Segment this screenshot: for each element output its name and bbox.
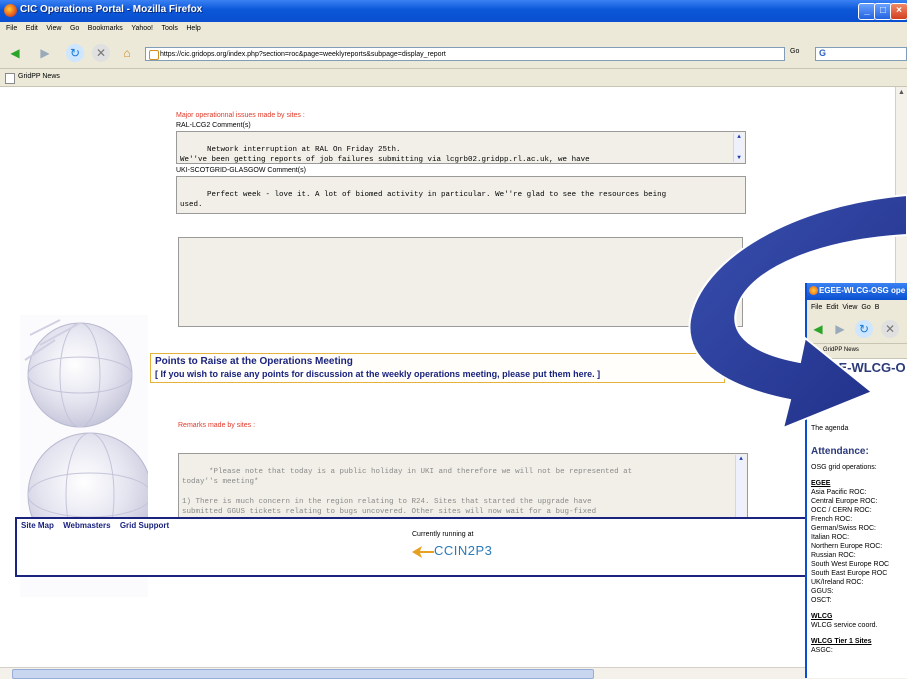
window-title: CIC Operations Portal - Mozilla Firefox [20,4,203,15]
menu-yahoo[interactable]: Yahoo! [131,25,153,32]
forward-icon[interactable]: ▶ [831,320,849,338]
site1-label: RAL-LCG2 Comment(s) [176,122,251,129]
roc-line: South East Europe ROC [811,570,888,577]
second-window-bookmarks: GridPP News [807,343,907,359]
navigation-toolbar: ◀ ▶ ↻ ✕ ⌂ https://cic.gridops.org/index.… [0,38,907,69]
site2-comment: Perfect week - love it. A lot of biomed … [180,191,667,209]
ccin2p3-wing-icon [412,545,434,558]
wlcg-coord-line: WLCG service coord. [811,622,878,629]
menu-bookmarks[interactable]: Bookmarks [88,25,123,32]
osg-line: OSG grid operations: [811,464,877,471]
footer: Site Map Webmasters Grid Support Current… [15,517,895,577]
site2-label: UKI-SCOTGRID-GLASGOW Comment(s) [176,167,306,174]
title-bar: CIC Operations Portal - Mozilla Firefox … [0,0,907,22]
scroll-up-icon[interactable]: ▲ [737,455,745,463]
menu-edit[interactable]: Edit [826,304,838,311]
ccin2p3-logo-text: CCIN2P3 [434,543,493,558]
menu-tools[interactable]: Tools [162,25,178,32]
close-button[interactable]: × [890,3,907,20]
scroll-up-icon[interactable]: ▲ [735,133,743,141]
roc-line: German/Swiss ROC: [811,525,876,532]
firefox-logo-icon [4,4,17,17]
tier1-heading: WLCG Tier 1 Sites [811,638,872,645]
bookmark-gridpp-news[interactable]: GridPP News [823,347,859,353]
back-icon[interactable]: ◀ [809,320,827,338]
roc-line: OSCT: [811,597,832,604]
major-issues-label: Major operationnal issues made by sites … [176,112,305,119]
empty-comment-box[interactable] [178,237,743,327]
roc-line: UK/Ireland ROC: [811,579,864,586]
site1-comment-box[interactable]: Network interruption at RAL On Friday 25… [176,131,746,164]
search-box[interactable]: G [815,47,907,61]
roc-line: Asia Pacific ROC: [811,489,867,496]
roc-line: GGUS: [811,588,834,595]
points-title: Points to Raise at the Operations Meetin… [155,356,353,367]
page-icon [149,50,159,60]
roc-line: OCC / CERN ROC: [811,507,872,514]
egee-heading: EGEE [811,480,831,487]
second-window-toolbar: ◀ ▶ ↻ ✕ [807,315,907,343]
meeting-heading: EGEE-WLCG-O [811,360,906,375]
menu-go[interactable]: Go [861,304,870,311]
reload-icon[interactable]: ↻ [66,44,84,62]
roc-line: Northern Europe ROC: [811,543,883,550]
menu-bookmarks[interactable]: B [875,304,880,311]
google-search-icon: G [819,48,827,58]
site-map-link[interactable]: Site Map [21,521,54,530]
firefox-window: CIC Operations Portal - Mozilla Firefox … [0,0,907,679]
menu-view[interactable]: View [46,25,61,32]
roc-line: Italian ROC: [811,534,850,541]
grid-support-link[interactable]: Grid Support [120,521,169,530]
menu-edit[interactable]: Edit [26,25,38,32]
go-button[interactable]: Go [790,48,799,55]
site1-comment: Network interruption at RAL On Friday 25… [180,146,590,164]
second-window-menu: File Edit View Go B [807,300,907,315]
second-window-title: EGEE-WLCG-OSG ope [819,286,906,295]
roc-line: Russian ROC: [811,552,856,559]
site2-comment-box[interactable]: Perfect week - love it. A lot of biomed … [176,176,746,214]
bookmark-gridpp-news[interactable]: GridPP News [18,73,60,80]
menu-file[interactable]: File [6,25,17,32]
roc-line: South West Europe ROC [811,561,890,568]
ccin2p3-logo: CCIN2P3 [412,543,492,559]
stop-icon[interactable]: ✕ [881,320,899,338]
points-subtitle: [ If you wish to raise any points for di… [155,369,601,379]
menu-help[interactable]: Help [186,25,200,32]
menu-file[interactable]: File [811,304,822,311]
scroll-down-icon[interactable]: ▼ [735,154,743,162]
attendance-heading: Attendance: [811,446,869,457]
reload-icon[interactable]: ↻ [855,320,873,338]
points-to-raise-panel: Points to Raise at the Operations Meetin… [150,353,725,383]
second-window-title-bar: EGEE-WLCG-OSG ope [807,283,907,300]
menu-go[interactable]: Go [70,25,79,32]
second-firefox-window[interactable]: EGEE-WLCG-OSG ope File Edit View Go B ◀ ▶ ↻ … [805,283,907,678]
menu-bar: File Edit View Go Bookmarks Yahoo! Tools… [0,22,907,38]
roc-line: Central Europe ROC: [811,498,878,505]
menu-view[interactable]: View [842,304,857,311]
roc-line: French ROC: [811,516,853,523]
bookmarks-toolbar: GridPP News [0,69,907,87]
agenda-text: The agenda [811,425,849,432]
home-icon[interactable]: ⌂ [118,44,136,62]
url-text: https://cic.gridops.org/index.php?sectio… [160,51,446,58]
currently-running-text: Currently running at [412,531,474,538]
remarks-label: Remarks made by sites : [178,422,256,429]
page-horizontal-scrollbar[interactable] [0,667,907,679]
forward-icon[interactable]: ▶ [36,44,54,62]
site1-scrollbar[interactable]: ▲ ▼ [733,133,744,162]
webmasters-link[interactable]: Webmasters [63,521,110,530]
scroll-up-icon[interactable]: ▲ [898,89,905,96]
wlcg-heading: WLCG [811,613,833,620]
bookmark-page-icon [5,73,15,84]
footer-links: Site Map Webmasters Grid Support [21,521,176,530]
asgc-line: ASGC: [811,647,833,654]
second-window-page: EGEE-WLCG-O The agenda Attendance: OSG g… [807,358,907,678]
address-bar[interactable]: https://cic.gridops.org/index.php?sectio… [145,47,785,61]
firefox-logo-icon [809,286,818,295]
stop-icon[interactable]: ✕ [92,44,110,62]
back-icon[interactable]: ◀ [6,44,24,62]
